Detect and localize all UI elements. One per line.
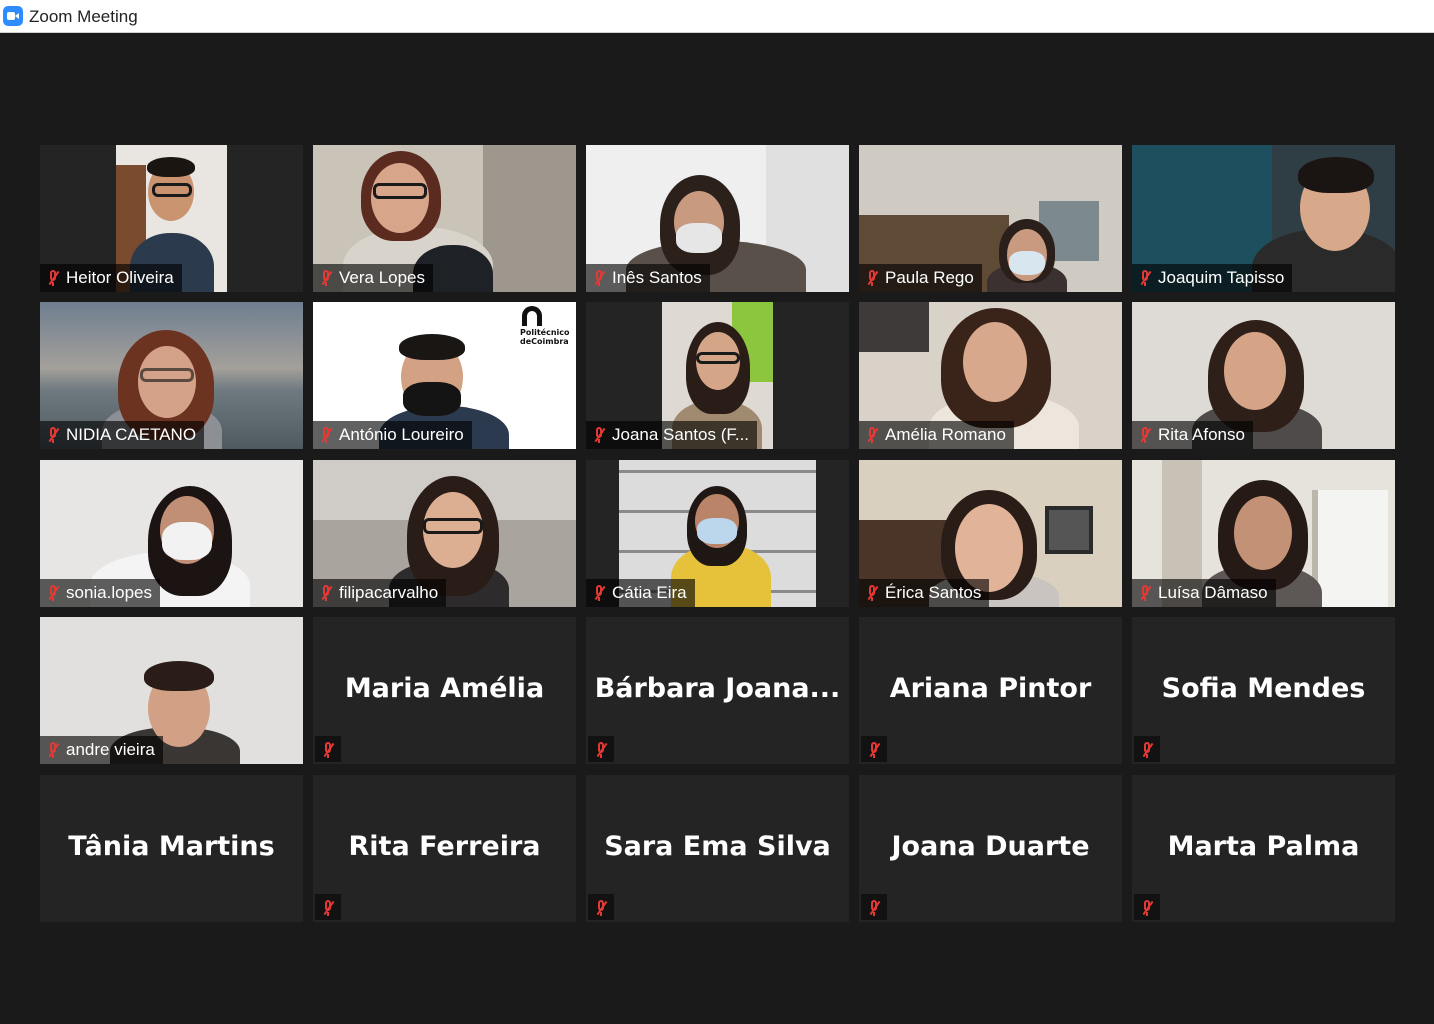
participant-tile[interactable]: Paula Rego — [859, 145, 1122, 292]
muted-mic-icon — [1132, 421, 1158, 449]
window-titlebar: Zoom Meeting — [0, 0, 1434, 33]
muted-mic-icon — [588, 894, 614, 920]
name-label: Rita Afonso — [1132, 421, 1253, 449]
participant-tile[interactable]: Inês Santos — [586, 145, 849, 292]
muted-mic-icon — [588, 736, 614, 762]
muted-mic-icon — [1132, 579, 1158, 607]
muted-mic-icon — [40, 579, 66, 607]
participant-tile[interactable]: Sara Ema Silva — [586, 775, 849, 922]
participant-name: Bárbara Joana... — [594, 673, 841, 704]
name-label: sonia.lopes — [40, 579, 161, 607]
name-label: Joaquim Tapisso — [1132, 264, 1293, 292]
name-label: António Loureiro — [313, 421, 472, 449]
muted-mic-icon — [586, 421, 612, 449]
muted-mic-icon — [40, 421, 66, 449]
name-label: Inês Santos — [586, 264, 710, 292]
participant-tile[interactable]: Bárbara Joana... — [586, 617, 849, 764]
participant-tile[interactable]: Politécnico deCoimbra António Loureiro — [313, 302, 576, 449]
name-label: Joana Santos (F... — [586, 421, 758, 449]
participant-tile[interactable]: Vera Lopes — [313, 145, 576, 292]
name-label: Heitor Oliveira — [40, 264, 182, 292]
participant-name: Ariana Pintor — [889, 673, 1092, 704]
name-label: Paula Rego — [859, 264, 982, 292]
name-label: Érica Santos — [859, 579, 990, 607]
participant-tile[interactable]: Sofia Mendes — [1132, 617, 1395, 764]
name-label: Cátia Eira — [586, 579, 695, 607]
muted-mic-icon — [313, 579, 339, 607]
participant-tile[interactable]: sonia.lopes — [40, 460, 303, 607]
muted-mic-icon — [586, 579, 612, 607]
participant-tile[interactable]: Rita Afonso — [1132, 302, 1395, 449]
muted-mic-icon — [1134, 894, 1160, 920]
muted-mic-icon — [859, 421, 885, 449]
participant-tile[interactable]: Tânia Martins — [40, 775, 303, 922]
muted-mic-icon — [859, 579, 885, 607]
participant-name: Marta Palma — [1167, 831, 1360, 862]
muted-mic-icon — [315, 736, 341, 762]
participant-tile[interactable]: Luísa Dâmaso — [1132, 460, 1395, 607]
name-label: filipacarvalho — [313, 579, 447, 607]
name-label: Vera Lopes — [313, 264, 434, 292]
participant-tile[interactable]: filipacarvalho — [313, 460, 576, 607]
muted-mic-icon — [40, 736, 66, 764]
participant-name: Maria Amélia — [344, 673, 545, 704]
participant-name: Sofia Mendes — [1161, 673, 1366, 704]
name-label: Amélia Romano — [859, 421, 1014, 449]
muted-mic-icon — [1134, 736, 1160, 762]
name-label: Luísa Dâmaso — [1132, 579, 1276, 607]
muted-mic-icon — [1132, 264, 1158, 292]
participant-tile[interactable]: Ariana Pintor — [859, 617, 1122, 764]
participant-tile[interactable]: Maria Amélia — [313, 617, 576, 764]
participant-tile[interactable]: Joana Duarte — [859, 775, 1122, 922]
participant-name: Sara Ema Silva — [604, 831, 831, 862]
gallery-view: Heitor Oliveira Vera Lopes Inês Santos P… — [0, 33, 1434, 1024]
participant-tile[interactable]: Joana Santos (F... — [586, 302, 849, 449]
participant-tile[interactable]: Érica Santos — [859, 460, 1122, 607]
participant-tile[interactable]: Marta Palma — [1132, 775, 1395, 922]
participant-name: Tânia Martins — [68, 831, 275, 862]
participant-tile[interactable]: Joaquim Tapisso — [1132, 145, 1395, 292]
muted-mic-icon — [861, 894, 887, 920]
muted-mic-icon — [586, 264, 612, 292]
participant-tile[interactable]: Amélia Romano — [859, 302, 1122, 449]
participant-name: Rita Ferreira — [348, 831, 541, 862]
muted-mic-icon — [315, 894, 341, 920]
institution-logo: Politécnico deCoimbra — [520, 306, 570, 346]
muted-mic-icon — [859, 264, 885, 292]
muted-mic-icon — [313, 264, 339, 292]
muted-mic-icon — [861, 736, 887, 762]
name-label: andre vieira — [40, 736, 163, 764]
name-label: NIDIA CAETANO — [40, 421, 205, 449]
zoom-camera-icon — [3, 6, 23, 26]
muted-mic-icon — [40, 264, 66, 292]
participant-name: Joana Duarte — [891, 831, 1090, 862]
participant-tile[interactable]: Cátia Eira — [586, 460, 849, 607]
participant-tile[interactable]: NIDIA CAETANO — [40, 302, 303, 449]
participant-tile[interactable]: Rita Ferreira — [313, 775, 576, 922]
participant-tile[interactable]: Heitor Oliveira — [40, 145, 303, 292]
participant-tile[interactable]: andre vieira — [40, 617, 303, 764]
window-title: Zoom Meeting — [29, 7, 138, 26]
muted-mic-icon — [313, 421, 339, 449]
